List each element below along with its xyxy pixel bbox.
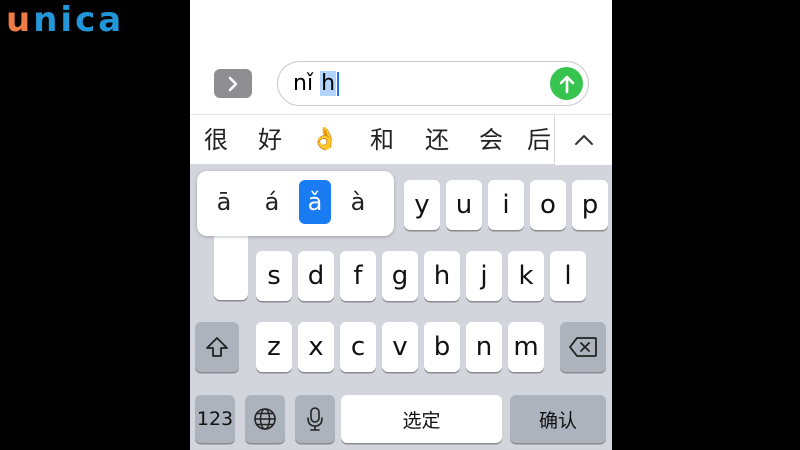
microphone-icon (307, 407, 323, 431)
candidate-item[interactable]: 👌 (305, 115, 345, 165)
confirm-key[interactable]: 确认 (510, 395, 606, 443)
shift-icon (206, 337, 228, 357)
key-b[interactable]: b (424, 322, 460, 372)
key-k[interactable]: k (508, 251, 544, 301)
numbers-key[interactable]: 123 (195, 395, 235, 443)
chevron-right-icon (228, 76, 238, 91)
accent-popup: ā á ǎ à (197, 171, 394, 236)
text-caret (337, 72, 340, 96)
key-z[interactable]: z (256, 322, 292, 372)
shift-key[interactable] (195, 322, 239, 372)
key-s[interactable]: s (256, 251, 292, 301)
input-committed-text: nǐ (293, 71, 314, 96)
input-text: nǐ h (293, 71, 340, 97)
arrow-up-icon (559, 75, 574, 93)
key-l[interactable]: l (550, 251, 586, 301)
candidate-item[interactable]: 会 (471, 115, 511, 165)
key-c[interactable]: c (340, 322, 376, 372)
key-i[interactable]: i (488, 180, 524, 230)
key-u[interactable]: u (446, 180, 482, 230)
space-key[interactable]: 选定 (341, 395, 502, 443)
candidate-item[interactable]: 很 (196, 115, 236, 165)
phone-screen: nǐ h 很 好 👌 和 还 会 后 y u i o p s d f g h j… (190, 0, 612, 450)
key-h[interactable]: h (424, 251, 460, 301)
chevron-up-icon (574, 135, 593, 145)
candidate-bar: 很 好 👌 和 还 会 后 (190, 114, 612, 165)
key-p[interactable]: p (572, 180, 608, 230)
key-o[interactable]: o (530, 180, 566, 230)
key-g[interactable]: g (382, 251, 418, 301)
candidate-item[interactable]: 还 (417, 115, 457, 165)
key-v[interactable]: v (382, 322, 418, 372)
key-j[interactable]: j (466, 251, 502, 301)
key-x[interactable]: x (298, 322, 334, 372)
candidate-item[interactable]: 好 (250, 115, 290, 165)
message-bar: nǐ h (190, 0, 612, 114)
expand-candidates-button[interactable] (554, 115, 612, 165)
globe-icon (254, 408, 276, 430)
key-m[interactable]: m (508, 322, 544, 372)
candidate-item[interactable]: 和 (362, 115, 402, 165)
accent-option-selected[interactable]: ǎ (299, 180, 331, 224)
accent-option[interactable]: à (342, 180, 374, 224)
key-y[interactable]: y (404, 180, 440, 230)
message-input[interactable]: nǐ h (277, 61, 589, 106)
unica-logo: unica (6, 0, 124, 40)
key-f[interactable]: f (340, 251, 376, 301)
globe-key[interactable] (245, 395, 285, 443)
input-marked-text: h (320, 71, 337, 96)
key-n[interactable]: n (466, 322, 502, 372)
accent-popup-stem (214, 228, 248, 300)
expand-apps-button[interactable] (214, 69, 252, 98)
dictation-key[interactable] (295, 395, 335, 443)
accent-option[interactable]: á (256, 180, 288, 224)
candidate-item[interactable]: 后 (524, 115, 554, 165)
logo-text: nica (33, 0, 125, 40)
backspace-icon (569, 337, 597, 357)
logo-letter: u (6, 0, 34, 40)
key-d[interactable]: d (298, 251, 334, 301)
delete-key[interactable] (560, 322, 606, 372)
send-button[interactable] (550, 67, 583, 100)
accent-option[interactable]: ā (208, 180, 240, 224)
